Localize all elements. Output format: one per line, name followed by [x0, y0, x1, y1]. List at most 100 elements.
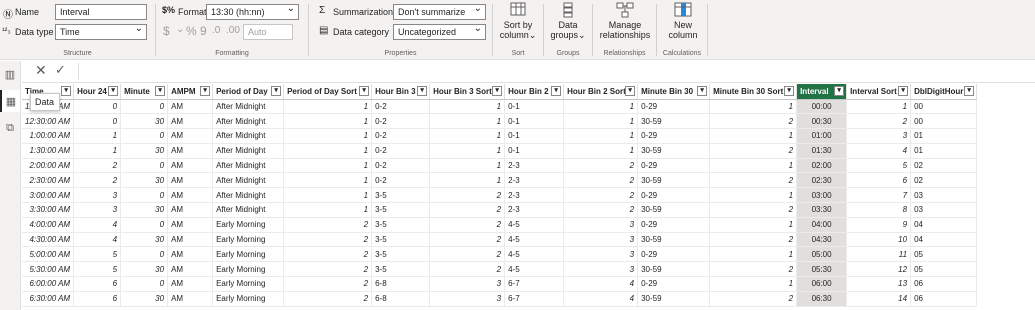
table-cell[interactable]: 0-29: [637, 158, 711, 174]
table-cell[interactable]: 14: [846, 291, 912, 307]
table-cell[interactable]: 06:00: [796, 276, 848, 292]
table-cell[interactable]: 4: [73, 232, 122, 248]
table-cell[interactable]: 0-1: [504, 143, 565, 159]
table-cell[interactable]: 0-2: [371, 172, 431, 189]
table-cell[interactable]: 1: [563, 113, 639, 130]
table-cell[interactable]: Early Morning: [212, 217, 285, 233]
table-cell[interactable]: After Midnight: [212, 187, 285, 204]
table-cell[interactable]: 05: [910, 261, 978, 278]
table-cell[interactable]: 2: [563, 202, 639, 218]
column-header[interactable]: Interval ▾: [796, 84, 848, 100]
table-cell[interactable]: 3: [429, 276, 506, 292]
table-cell[interactable]: 3:00:00 AM: [22, 187, 75, 204]
table-cell[interactable]: 0-1: [504, 128, 565, 144]
table-cell[interactable]: 05: [910, 246, 978, 263]
table-cell[interactable]: 4:30:00 AM: [22, 232, 75, 248]
table-cell[interactable]: 2:30:00 AM: [22, 172, 75, 189]
table-cell[interactable]: 3-5: [371, 187, 431, 204]
table-cell[interactable]: 6-8: [371, 291, 431, 307]
table-cell[interactable]: 30: [120, 113, 169, 130]
filter-dropdown-icon[interactable]: ▾: [155, 86, 166, 96]
table-cell[interactable]: 03:30: [796, 202, 848, 218]
table-cell[interactable]: After Midnight: [212, 99, 285, 115]
table-cell[interactable]: 4-5: [504, 246, 565, 263]
currency-dropdown-icon[interactable]: ⌄: [176, 24, 184, 35]
table-cell[interactable]: 1: [429, 128, 506, 144]
table-cell[interactable]: 2: [283, 276, 373, 292]
table-cell[interactable]: AM: [167, 217, 214, 233]
table-cell[interactable]: 3-5: [371, 246, 431, 263]
column-header[interactable]: AMPM ▾: [167, 84, 214, 100]
table-cell[interactable]: 2: [283, 291, 373, 307]
table-cell[interactable]: 0: [120, 217, 169, 233]
table-cell[interactable]: 2: [283, 246, 373, 263]
table-cell[interactable]: AM: [167, 187, 214, 204]
table-cell[interactable]: 2-3: [504, 187, 565, 204]
table-cell[interactable]: 0: [120, 158, 169, 174]
currency-button[interactable]: $: [163, 24, 170, 38]
table-cell[interactable]: 1: [283, 187, 373, 204]
table-cell[interactable]: Early Morning: [212, 261, 285, 278]
table-cell[interactable]: 06:30: [796, 291, 848, 307]
comma-button[interactable]: 9: [200, 24, 207, 38]
table-cell[interactable]: 3: [563, 232, 639, 248]
table-cell[interactable]: 3-5: [371, 202, 431, 218]
table-cell[interactable]: 2: [709, 172, 798, 189]
table-cell[interactable]: 0: [73, 113, 122, 130]
table-cell[interactable]: 10: [846, 232, 912, 248]
table-cell[interactable]: 1: [563, 128, 639, 144]
table-cell[interactable]: AM: [167, 276, 214, 292]
table-cell[interactable]: After Midnight: [212, 143, 285, 159]
filter-dropdown-icon[interactable]: ▾: [625, 86, 636, 96]
table-cell[interactable]: 4-5: [504, 261, 565, 278]
table-cell[interactable]: 0-29: [637, 128, 711, 144]
table-cell[interactable]: 2: [283, 261, 373, 278]
table-cell[interactable]: 0: [73, 99, 122, 115]
table-cell[interactable]: 2: [429, 187, 506, 204]
table-cell[interactable]: 2: [429, 202, 506, 218]
column-header[interactable]: Hour Bin 2 ▾: [504, 84, 565, 100]
sort-by-column-button[interactable]: Sort by column⌄: [498, 2, 538, 40]
table-cell[interactable]: 00:30: [796, 113, 848, 130]
table-cell[interactable]: 0-2: [371, 128, 431, 144]
table-cell[interactable]: 0: [120, 128, 169, 144]
format-select[interactable]: 13:30 (hh:nn): [206, 4, 299, 20]
table-cell[interactable]: 2:00:00 AM: [22, 158, 75, 174]
table-cell[interactable]: 0: [120, 246, 169, 263]
table-cell[interactable]: 2: [73, 172, 122, 189]
table-cell[interactable]: 05:30: [796, 261, 848, 278]
table-cell[interactable]: 4: [846, 143, 912, 159]
table-cell[interactable]: 06: [910, 276, 978, 292]
table-cell[interactable]: 0-29: [637, 187, 711, 204]
table-cell[interactable]: 2: [709, 143, 798, 159]
table-cell[interactable]: 0: [120, 276, 169, 292]
filter-dropdown-icon[interactable]: ▾: [964, 86, 975, 96]
table-cell[interactable]: 1: [73, 143, 122, 159]
data-category-select[interactable]: Uncategorized: [393, 24, 486, 40]
table-cell[interactable]: 0-29: [637, 246, 711, 263]
column-header[interactable]: Minute Bin 30 ▾: [637, 84, 711, 100]
commit-formula-icon[interactable]: ✓: [55, 62, 66, 78]
table-cell[interactable]: AM: [167, 128, 214, 144]
table-cell[interactable]: 5: [846, 158, 912, 174]
table-cell[interactable]: 00: [910, 99, 978, 115]
table-cell[interactable]: 30-59: [637, 261, 711, 278]
datatype-select[interactable]: Time: [55, 24, 147, 40]
filter-dropdown-icon[interactable]: ▾: [417, 86, 428, 96]
table-cell[interactable]: 1: [709, 246, 798, 263]
cancel-formula-icon[interactable]: ✕: [35, 62, 47, 79]
table-cell[interactable]: 2: [709, 113, 798, 130]
table-cell[interactable]: 1: [709, 158, 798, 174]
table-cell[interactable]: 1: [283, 172, 373, 189]
filter-dropdown-icon[interactable]: ▾: [108, 86, 119, 96]
table-cell[interactable]: After Midnight: [212, 202, 285, 218]
formula-input[interactable]: [78, 63, 1028, 80]
table-cell[interactable]: 01: [910, 143, 978, 159]
model-view-button[interactable]: ⧉: [0, 117, 20, 139]
table-cell[interactable]: 5: [73, 261, 122, 278]
table-cell[interactable]: After Midnight: [212, 158, 285, 174]
table-cell[interactable]: 03: [910, 187, 978, 204]
column-header[interactable]: Hour Bin 3 Sort ▾: [429, 84, 506, 100]
filter-dropdown-icon[interactable]: ▾: [271, 86, 282, 96]
table-cell[interactable]: 13: [846, 276, 912, 292]
